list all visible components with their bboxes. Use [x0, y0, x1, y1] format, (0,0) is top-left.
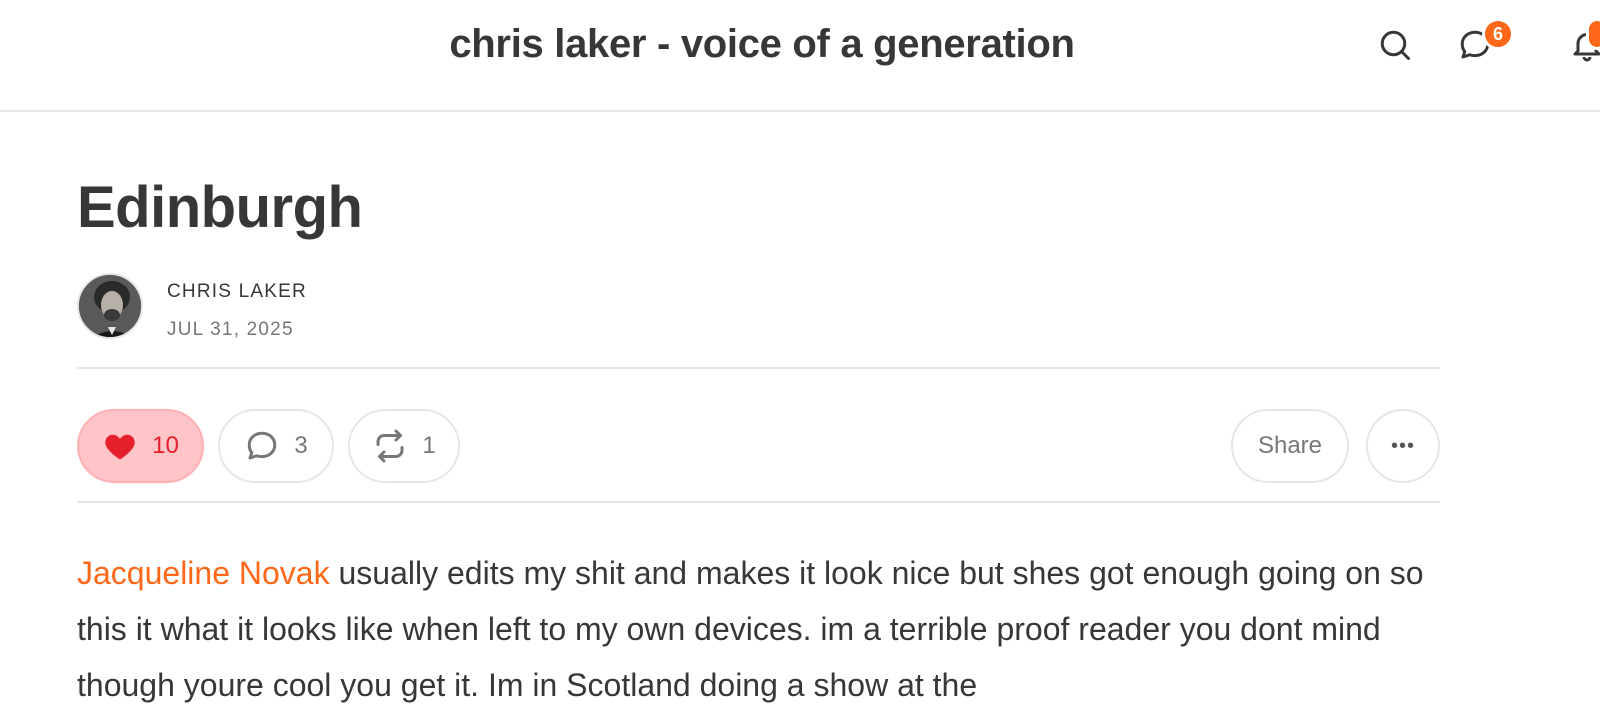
byline: CHRIS LAKER JUL 31, 2025: [77, 273, 1440, 343]
post-title: Edinburgh: [77, 175, 363, 240]
comment-count: 3: [294, 432, 308, 459]
post-body: Jacqueline Novak usually edits my shit a…: [77, 545, 1440, 713]
author-name[interactable]: CHRIS LAKER: [167, 281, 307, 303]
mention-link[interactable]: Jacqueline Novak: [77, 555, 330, 591]
divider-bottom: [77, 501, 1440, 503]
chat-button[interactable]: 6: [1454, 18, 1514, 66]
publication-title-text[interactable]: chris laker - voice of a generation: [449, 22, 1075, 67]
comment-button[interactable]: 3: [218, 409, 334, 483]
top-bar: chris laker - voice of a generation 6: [0, 0, 1600, 112]
restack-count: 1: [422, 432, 436, 459]
like-button[interactable]: 10: [77, 409, 204, 483]
chat-badge: 6: [1482, 18, 1514, 50]
search-button[interactable]: [1374, 24, 1416, 66]
heart-icon: [105, 434, 135, 460]
avatar-portrait: [79, 275, 141, 337]
restack-icon: [376, 429, 404, 463]
more-options-button[interactable]: •••: [1366, 409, 1440, 483]
more-icon: •••: [1390, 434, 1415, 457]
notifications-badge: [1586, 18, 1600, 50]
search-icon: [1380, 30, 1410, 60]
divider-top: [77, 367, 1440, 369]
restack-button[interactable]: 1: [348, 409, 460, 483]
like-count: 10: [152, 432, 179, 459]
notifications-button[interactable]: [1566, 18, 1600, 66]
share-label: Share: [1257, 432, 1323, 459]
post-actions: 10 3 1 Share •••: [77, 409, 1440, 483]
comment-icon: [248, 431, 277, 460]
author-avatar[interactable]: [77, 273, 143, 339]
share-button[interactable]: Share: [1231, 409, 1349, 483]
publication-title[interactable]: chris laker - voice of a generation: [0, 22, 1600, 67]
post-date: JUL 31, 2025: [167, 319, 294, 340]
